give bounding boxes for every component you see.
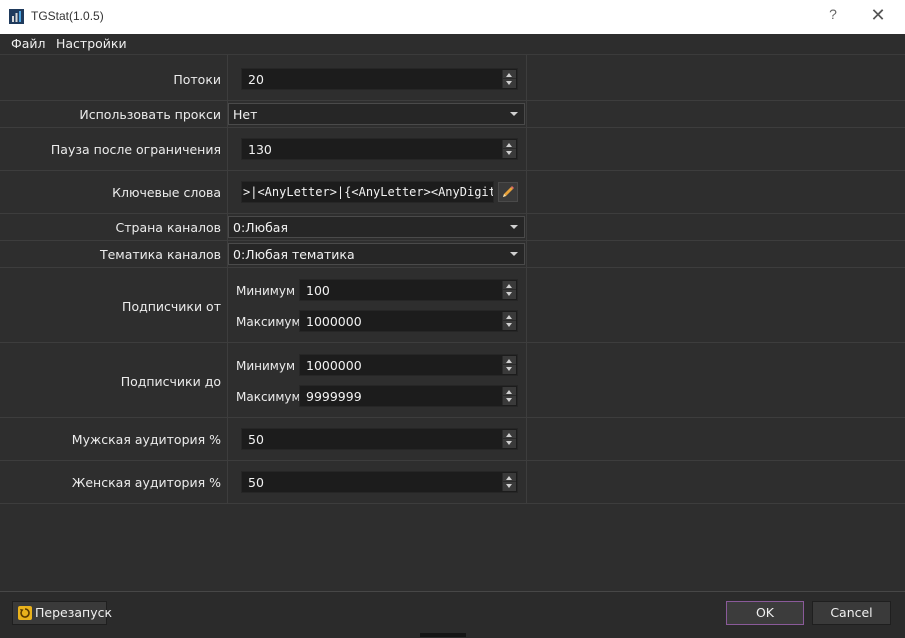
keywords-label: Ключевые слова xyxy=(112,185,221,200)
topic-select[interactable]: 0:Любая тематика xyxy=(228,243,525,265)
spin-arrows-icon[interactable] xyxy=(502,430,516,448)
edit-keywords-button[interactable] xyxy=(498,182,518,202)
proxy-value: Нет xyxy=(233,107,258,122)
female-audience-value: 50 xyxy=(248,475,264,490)
keywords-value: >|<AnyLetter>|{<AnyLetter><AnyDigit>}} xyxy=(243,185,494,199)
proxy-label: Использовать прокси xyxy=(79,107,221,122)
subscribers-to-min-label: Минимум xyxy=(236,359,296,373)
bottom-edge-strip xyxy=(420,633,466,637)
spin-arrows-icon[interactable] xyxy=(502,70,516,88)
female-audience-spinbox[interactable]: 50 xyxy=(241,471,518,493)
subscribers-to-min-spinbox[interactable]: 1000000 xyxy=(299,354,518,376)
menu-settings[interactable]: Настройки xyxy=(56,36,127,51)
topic-label: Тематика каналов xyxy=(99,247,221,262)
title-bar: TGStat(1.0.5) ? ✕ xyxy=(0,0,905,34)
spin-arrows-icon[interactable] xyxy=(502,140,516,158)
male-audience-value: 50 xyxy=(248,432,264,447)
subscribers-from-max-value: 1000000 xyxy=(306,314,362,329)
restart-button[interactable]: Перезапуск xyxy=(12,601,112,625)
app-icon xyxy=(9,9,24,24)
tgstat-window: TGStat(1.0.5) ? ✕ Файл Настройки Потоки … xyxy=(0,0,905,638)
ok-button[interactable]: OK xyxy=(726,601,804,625)
threads-value: 20 xyxy=(248,72,264,87)
subscribers-from-min-spinbox[interactable]: 100 xyxy=(299,279,518,301)
country-value: 0:Любая xyxy=(233,220,288,235)
subscribers-from-max-spinbox[interactable]: 1000000 xyxy=(299,310,518,332)
chevron-down-icon xyxy=(510,252,518,256)
spin-arrows-icon[interactable] xyxy=(502,281,516,299)
subscribers-to-label: Подписчики до xyxy=(120,374,221,389)
female-audience-label: Женская аудитория % xyxy=(71,475,221,490)
restart-label: Перезапуск xyxy=(35,605,113,620)
pause-spinbox[interactable]: 130 xyxy=(241,138,518,160)
threads-label: Потоки xyxy=(173,72,221,87)
subscribers-to-min-value: 1000000 xyxy=(306,358,362,373)
keywords-input[interactable]: >|<AnyLetter>|{<AnyLetter><AnyDigit>}} xyxy=(241,181,494,203)
pause-label: Пауза после ограничения xyxy=(50,142,221,157)
menu-file[interactable]: Файл xyxy=(11,36,46,51)
proxy-select[interactable]: Нет xyxy=(228,103,525,125)
close-icon[interactable]: ✕ xyxy=(868,5,888,27)
spin-arrows-icon[interactable] xyxy=(502,473,516,491)
cancel-button[interactable]: Cancel xyxy=(812,601,891,625)
menu-bar: Файл Настройки xyxy=(0,34,905,55)
restart-icon xyxy=(18,606,32,620)
country-select[interactable]: 0:Любая xyxy=(228,216,525,238)
country-label: Страна каналов xyxy=(115,220,221,235)
subscribers-from-min-value: 100 xyxy=(306,283,330,298)
subscribers-to-max-value: 9999999 xyxy=(306,389,362,404)
chevron-down-icon xyxy=(510,112,518,116)
spin-arrows-icon[interactable] xyxy=(502,356,516,374)
pencil-icon xyxy=(503,186,514,197)
subscribers-to-max-label: Максимум xyxy=(236,390,301,404)
subscribers-from-max-label: Максимум xyxy=(236,315,301,329)
spin-arrows-icon[interactable] xyxy=(502,387,516,405)
subscribers-to-max-spinbox[interactable]: 9999999 xyxy=(299,385,518,407)
help-icon[interactable]: ? xyxy=(826,6,840,26)
male-audience-spinbox[interactable]: 50 xyxy=(241,428,518,450)
male-audience-label: Мужская аудитория % xyxy=(71,432,221,447)
window-title: TGStat(1.0.5) xyxy=(31,9,104,23)
topic-value: 0:Любая тематика xyxy=(233,247,355,262)
spin-arrows-icon[interactable] xyxy=(502,312,516,330)
subscribers-from-label: Подписчики от xyxy=(122,299,221,314)
chevron-down-icon xyxy=(510,225,518,229)
threads-spinbox[interactable]: 20 xyxy=(241,68,518,90)
subscribers-from-min-label: Минимум xyxy=(236,284,296,298)
pause-value: 130 xyxy=(248,142,272,157)
